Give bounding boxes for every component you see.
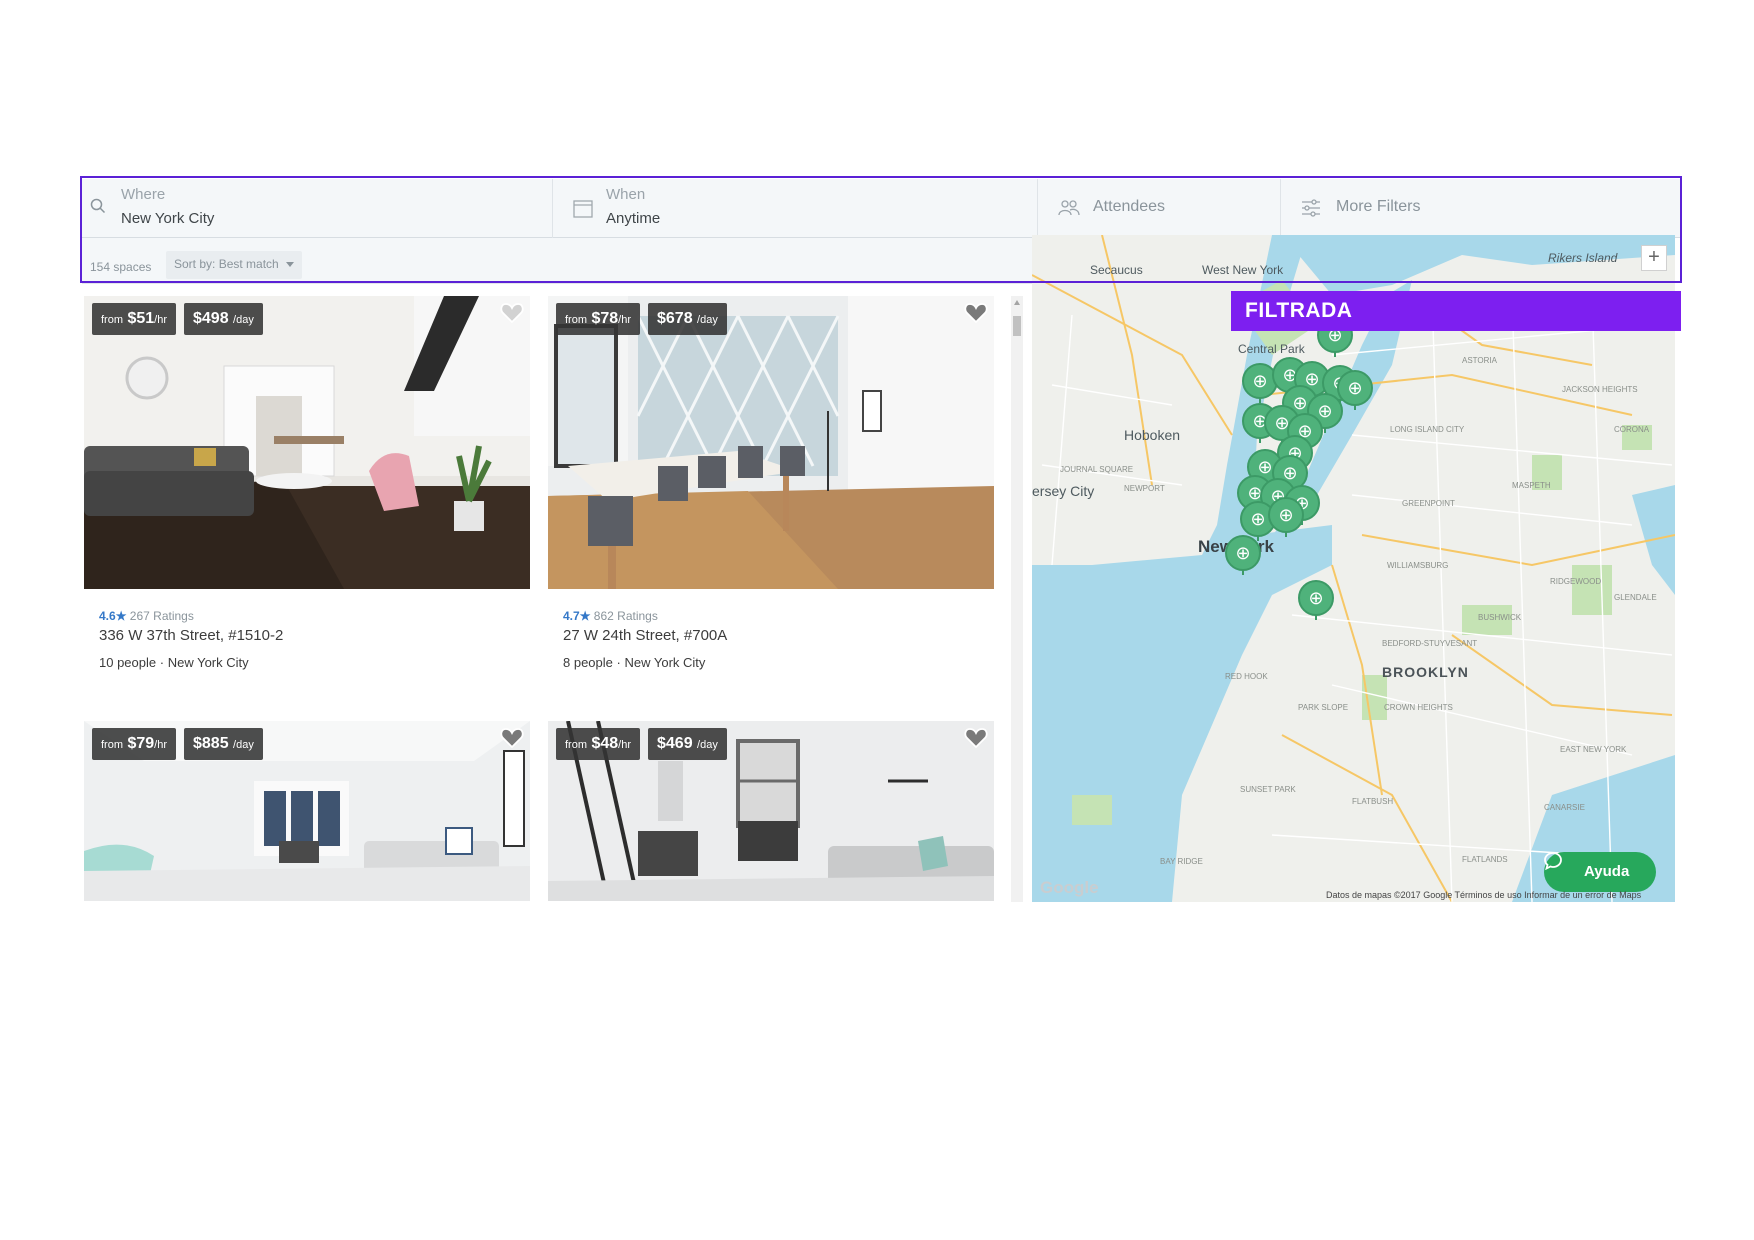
more-filters-button[interactable]: More Filters — [1281, 179, 1682, 238]
listing-photo[interactable]: from $79/hr $885 /day — [84, 721, 530, 901]
people-icon — [1058, 200, 1080, 216]
listing-card[interactable]: from $78/hr $678 /day 4.7★ 862 Ratings 2… — [548, 296, 994, 670]
sliders-icon — [1302, 199, 1320, 217]
map-label-secaucus: Secaucus — [1090, 263, 1143, 277]
map-label-park-slope: PARK SLOPE — [1298, 703, 1349, 712]
daily-price-tag: $678 /day — [648, 303, 727, 335]
scroll-up-arrow-icon[interactable] — [1014, 300, 1020, 305]
map-pin[interactable]: ⊕ — [1298, 580, 1334, 620]
map[interactable]: Secaucus West New York Rikers Island Cen… — [1032, 235, 1675, 902]
map-label-rikers-island: Rikers Island — [1548, 251, 1618, 265]
daily-price-tag: $885 /day — [184, 728, 263, 760]
heart-icon[interactable] — [500, 302, 524, 324]
map-pin[interactable]: ⊕ — [1268, 497, 1304, 537]
price-tags: from $48/hr $469 /day — [556, 728, 727, 760]
map-label-brooklyn: BROOKLYN — [1382, 664, 1469, 680]
listing-meta: 8 people · New York City — [563, 655, 706, 670]
map-attribution[interactable]: Datos de mapas ©2017 Google Términos de … — [1326, 890, 1641, 900]
listing-address[interactable]: 27 W 24th Street, #700A — [563, 627, 727, 644]
map-label-journal-square: JOURNAL SQUARE — [1060, 465, 1134, 474]
results-bar: 154 spaces Sort by: Best match — [82, 238, 1035, 284]
search-filter-bar: Where New York City When Anytime Attende… — [82, 179, 1682, 238]
map-label-jackson-heights: JACKSON HEIGHTS — [1562, 385, 1638, 394]
map-label-hoboken: Hoboken — [1124, 427, 1181, 443]
map-label-sunset-park: SUNSET PARK — [1240, 785, 1296, 794]
help-button-label: Ayuda — [1584, 863, 1630, 880]
when-input[interactable]: Anytime — [606, 210, 660, 227]
map-label-crown-heights: CROWN HEIGHTS — [1384, 703, 1453, 712]
heart-icon[interactable] — [964, 302, 988, 324]
attendees-label: Attendees — [1093, 198, 1166, 215]
map-label-jersey-city: ersey City — [1032, 483, 1095, 499]
meeting-room-photo — [548, 296, 994, 589]
heart-icon[interactable] — [500, 727, 524, 749]
help-button[interactable]: Ayuda — [1544, 852, 1656, 892]
where-field[interactable]: Where New York City — [82, 179, 553, 238]
hourly-price-tag: from $48/hr — [556, 728, 640, 760]
daily-price-tag: $469 /day — [648, 728, 727, 760]
map-label-bay-ridge: BAY RIDGE — [1160, 857, 1203, 866]
when-label: When — [606, 186, 646, 203]
map-label-newport: NEWPORT — [1124, 484, 1165, 493]
map-label-bushwick: BUSHWICK — [1478, 613, 1522, 622]
listing-grid: from $51/hr $498 /day 4.6★ 267 Ratings 3… — [84, 296, 1000, 902]
map-label-glendale: GLENDALE — [1614, 593, 1657, 602]
map-label-long-island-city: LONG ISLAND CITY — [1390, 425, 1465, 434]
scroll-thumb[interactable] — [1013, 316, 1021, 336]
listing-address[interactable]: 336 W 37th Street, #1510-2 — [99, 627, 283, 644]
filtrada-annotation: FILTRADA — [1231, 291, 1681, 331]
map-pin[interactable]: ⊕ — [1225, 535, 1261, 575]
google-logo: Google — [1040, 878, 1099, 897]
hourly-price-tag: from $78/hr — [556, 303, 640, 335]
map-label-flatlands: FLATLANDS — [1462, 855, 1508, 864]
calendar-icon — [573, 200, 593, 218]
results-count: 154 spaces — [90, 260, 152, 274]
listing-photo[interactable]: from $51/hr $498 /day — [84, 296, 530, 589]
map-label-canarsie: CANARSIE — [1544, 803, 1585, 812]
map-label-flatbush: FLATBUSH — [1352, 797, 1394, 806]
rating: 4.7★ 862 Ratings — [563, 609, 658, 623]
listing-card[interactable]: from $48/hr $469 /day — [548, 721, 994, 901]
map-label-west-new-york: West New York — [1202, 263, 1284, 277]
map-label-astoria: ASTORIA — [1462, 356, 1497, 365]
map-label-greenpoint: GREENPOINT — [1402, 499, 1455, 508]
price-tags: from $51/hr $498 /day — [92, 303, 263, 335]
map-pin[interactable]: ⊕ — [1337, 370, 1373, 410]
daily-price-tag: $498 /day — [184, 303, 263, 335]
map-label-maspeth: MASPETH — [1512, 481, 1551, 490]
listing-photo[interactable]: from $48/hr $469 /day — [548, 721, 994, 901]
where-input[interactable]: New York City — [121, 210, 214, 227]
zoom-in-button[interactable]: + — [1641, 245, 1667, 271]
sort-label: Sort by: — [174, 257, 216, 271]
where-label: Where — [121, 186, 166, 203]
more-filters-label: More Filters — [1336, 198, 1421, 215]
chat-icon — [1544, 852, 1562, 870]
search-icon — [90, 198, 106, 214]
price-tags: from $79/hr $885 /day — [92, 728, 263, 760]
hourly-price-tag: from $79/hr — [92, 728, 176, 760]
map-label-corona: CORONA — [1614, 425, 1650, 434]
listing-card[interactable]: from $79/hr $885 /day — [84, 721, 530, 901]
listing-card[interactable]: from $51/hr $498 /day 4.6★ 267 Ratings 3… — [84, 296, 530, 670]
sort-dropdown[interactable]: Sort by: Best match — [166, 251, 303, 279]
listing-scrollbar[interactable] — [1011, 296, 1023, 902]
price-tags: from $78/hr $678 /day — [556, 303, 727, 335]
map-label-williamsburg: WILLIAMSBURG — [1387, 561, 1449, 570]
when-field[interactable]: When Anytime — [553, 179, 1038, 238]
map-label-ridgewood: RIDGEWOOD — [1550, 577, 1602, 586]
rating: 4.6★ 267 Ratings — [99, 609, 194, 623]
listing-meta: 10 people · New York City — [99, 655, 249, 670]
map-label-central-park: Central Park — [1238, 342, 1305, 356]
sort-value: Best match — [218, 257, 279, 271]
hourly-price-tag: from $51/hr — [92, 303, 176, 335]
listing-photo[interactable]: from $78/hr $678 /day — [548, 296, 994, 589]
map-label-east-new-york: EAST NEW YORK — [1560, 745, 1627, 754]
chevron-down-icon — [286, 262, 295, 268]
map-label-bedford-stuyvesant: BEDFORD-STUYVESANT — [1382, 639, 1478, 648]
attendees-filter[interactable]: Attendees — [1038, 179, 1281, 238]
heart-icon[interactable] — [964, 727, 988, 749]
living-room-photo — [84, 296, 530, 589]
map-label-red-hook: RED HOOK — [1225, 672, 1268, 681]
